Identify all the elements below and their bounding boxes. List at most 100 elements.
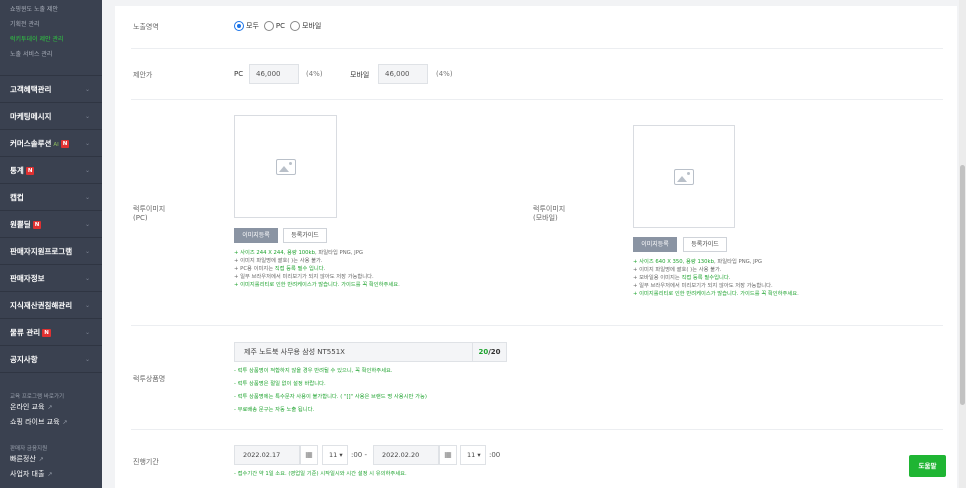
product-name-input[interactable]: 제주 노트북 사무용 삼성 NT551X 20/20 bbox=[234, 342, 507, 362]
exposure-label: 노출영역 bbox=[133, 23, 159, 31]
image-placeholder-icon bbox=[275, 158, 296, 175]
image-placeholder-icon bbox=[674, 168, 694, 185]
price-mobile-label: 모바일 bbox=[350, 71, 370, 79]
start-hour-select[interactable]: 11 ▾ bbox=[322, 445, 348, 465]
sidebar-sub-item[interactable]: 쇼핑윈도 노출 제안 bbox=[0, 2, 102, 17]
sidebar-menu-oneplus[interactable]: 원쁠딜 N ⌄ bbox=[0, 210, 102, 237]
pc-image-notes: + 사이즈 244 X 244, 용량 100kb, 파일타입 PNG, JPG… bbox=[234, 249, 400, 289]
radio-all[interactable]: 모두 bbox=[234, 21, 259, 31]
help-button[interactable]: 도움말 bbox=[909, 455, 946, 477]
chevron-down-icon: ⌄ bbox=[84, 113, 90, 120]
sidebar-link-live-edu[interactable]: 쇼핑 라이브 교육 ↗ bbox=[0, 415, 102, 430]
sidebar-menu-customer-benefit[interactable]: 고객혜택관리 ⌄ bbox=[0, 75, 102, 102]
exposure-radio-group: 모두 PC 모바일 bbox=[234, 21, 326, 31]
row-divider bbox=[131, 99, 943, 100]
note-line: + 모바일용 이미지는 직접 등록 필수입니다. bbox=[633, 275, 731, 281]
calendar-icon[interactable]: ▦ bbox=[439, 445, 457, 465]
radio-circle bbox=[290, 21, 300, 31]
chevron-down-icon: ⌄ bbox=[84, 194, 90, 201]
chevron-down-icon: ⌄ bbox=[84, 248, 90, 255]
pc-image-register-button[interactable]: 이미지등록 bbox=[234, 228, 278, 243]
sidebar-menu-stats[interactable]: 통계 N ⌄ bbox=[0, 156, 102, 183]
sidebar-menu-marketing[interactable]: 마케팅메시지 ⌄ bbox=[0, 102, 102, 129]
product-name-note: - 럭투 상품명이 적합하지 않을 경우 반려될 수 있으니, 꼭 확인하주세요… bbox=[234, 368, 393, 374]
note-line: + 일부 브라우저에서 미리보기가 되지 않아도 저장 가능합니다. bbox=[633, 283, 773, 289]
scrollbar[interactable] bbox=[959, 0, 966, 488]
sidebar-sub-item[interactable]: 기획전 관리 bbox=[0, 17, 102, 32]
mobile-image-box[interactable] bbox=[633, 125, 735, 228]
end-hour-select[interactable]: 11 ▾ bbox=[460, 445, 486, 465]
radio-circle-checked bbox=[234, 21, 244, 31]
start-date-input[interactable]: 2022.02.17 bbox=[234, 445, 300, 465]
scrollbar-thumb[interactable] bbox=[960, 165, 965, 405]
sidebar-menu-notice[interactable]: 공지사항 ⌄ bbox=[0, 345, 102, 372]
price-mobile-input[interactable]: 46,000 bbox=[378, 64, 428, 84]
price-label: 제안가 bbox=[133, 71, 153, 79]
note-line: + 이미지롤리티로 인한 반려케이스가 많습니다. 가이드를 꼭 확인하주세요. bbox=[633, 291, 799, 297]
external-link-icon: ↗ bbox=[47, 404, 53, 411]
note-line: + 사이즈 640 X 350, 용량 130kb, 파일타입 PNG, JPG bbox=[633, 259, 763, 265]
chevron-down-icon: ⌄ bbox=[84, 221, 90, 228]
product-name-label: 럭투상품명 bbox=[133, 375, 166, 383]
note-line: + 이미지롤리티로 인한 반려케이스가 많습니다. 가이드를 꼭 확인하주세요. bbox=[234, 282, 400, 288]
chevron-down-icon: ⌄ bbox=[84, 356, 90, 363]
external-link-icon: ↗ bbox=[47, 471, 53, 478]
chevron-down-icon: ▾ bbox=[339, 451, 343, 459]
price-pc-label: PC bbox=[234, 70, 244, 78]
product-name-note: - 럭투 상품명은 절일 없이 설정 바랍니다. bbox=[234, 381, 326, 387]
pc-image-label: 럭투이미지 (PC) bbox=[133, 205, 166, 222]
sidebar-menu-commerce[interactable]: 커머스솔루션 AI N ⌄ bbox=[0, 129, 102, 156]
end-minute: :00 bbox=[489, 451, 501, 459]
chevron-down-icon: ⌄ bbox=[84, 329, 90, 336]
calendar-icon[interactable]: ▦ bbox=[300, 445, 318, 465]
product-name-value: 제주 노트북 사무용 삼성 NT551X bbox=[244, 348, 345, 356]
sidebar-sub-item-active[interactable]: 럭키투데이 제안 관리 bbox=[0, 32, 102, 47]
mobile-image-notes: + 사이즈 640 X 350, 용량 130kb, 파일타입 PNG, JPG… bbox=[633, 258, 799, 298]
chevron-down-icon: ⌄ bbox=[84, 302, 90, 309]
price-mobile-percent: (4%) bbox=[436, 70, 453, 78]
sidebar-sub-item[interactable]: 노출 서비스 관리 bbox=[0, 47, 102, 62]
chevron-down-icon: ⌄ bbox=[84, 140, 90, 147]
ai-label: AI bbox=[53, 142, 59, 148]
sidebar-menu-seller-support[interactable]: 판매자지원프로그램 ⌄ bbox=[0, 237, 102, 264]
chevron-down-icon: ▾ bbox=[477, 451, 481, 459]
new-badge: N bbox=[25, 167, 35, 175]
education-section-title: 교육 프로그램 바로가기 bbox=[10, 394, 65, 400]
period-label: 진행기간 bbox=[133, 458, 159, 466]
mobile-image-guide-button[interactable]: 등록가이드 bbox=[683, 237, 727, 252]
sidebar-menu-ip[interactable]: 지식재산권침해관리 ⌄ bbox=[0, 291, 102, 318]
sidebar-menu-seller-info[interactable]: 판매자정보 ⌄ bbox=[0, 264, 102, 291]
note-line: + 이미지 파일명에 괄호( )는 사용 불가. bbox=[234, 258, 323, 264]
sidebar-link-fast-settle[interactable]: 빠른정산 ↗ bbox=[0, 452, 102, 467]
price-pc-input[interactable]: 46,000 bbox=[249, 64, 299, 84]
finance-section-title: 판매자 금융지원 bbox=[10, 446, 48, 452]
pc-image-box[interactable] bbox=[234, 115, 337, 218]
sidebar-link-loan[interactable]: 사업자 대출 ↗ bbox=[0, 467, 102, 482]
new-badge: N bbox=[32, 221, 42, 229]
row-divider bbox=[131, 429, 943, 430]
row-divider bbox=[131, 48, 943, 49]
sidebar-link-online-edu[interactable]: 온라인 교육 ↗ bbox=[0, 400, 102, 415]
radio-mobile[interactable]: 모바일 bbox=[290, 21, 321, 31]
new-badge: N bbox=[60, 140, 70, 148]
start-minute: :00 - bbox=[351, 451, 368, 459]
radio-pc[interactable]: PC bbox=[263, 21, 285, 31]
sidebar-menu-logistics[interactable]: 물류 관리 N ⌄ bbox=[0, 318, 102, 345]
external-link-icon: ↗ bbox=[38, 456, 44, 463]
new-badge: N bbox=[42, 329, 51, 337]
note-line: + 사이즈 244 X 244, 용량 100kb, 파일타입 PNG, JPG bbox=[234, 250, 364, 256]
radio-circle bbox=[263, 21, 274, 31]
pc-image-guide-button[interactable]: 등록가이드 bbox=[283, 228, 327, 243]
price-pc-percent: (4%) bbox=[306, 70, 323, 78]
chevron-down-icon: ⌄ bbox=[84, 86, 90, 93]
char-counter: 20/20 bbox=[472, 343, 506, 361]
external-link-icon: ↗ bbox=[62, 419, 68, 426]
end-date-input[interactable]: 2022.02.20 bbox=[373, 445, 439, 465]
note-line: + PC용 이미지는 직접 등록 필수 입니다. bbox=[234, 266, 326, 272]
mobile-image-register-button[interactable]: 이미지등록 bbox=[633, 237, 677, 252]
chevron-down-icon: ⌄ bbox=[84, 275, 90, 282]
note-line: + 일부 브라우저에서 미리보기가 되지 않아도 저장 가능합니다. bbox=[234, 274, 374, 280]
sidebar-menu-capcup[interactable]: 캡컵 ⌄ bbox=[0, 183, 102, 210]
row-divider bbox=[131, 325, 943, 326]
product-name-note: - 럭투 상품명에는 특수문자 사용이 불가합니다. ( "[]" 사용은 브랜… bbox=[234, 394, 427, 400]
